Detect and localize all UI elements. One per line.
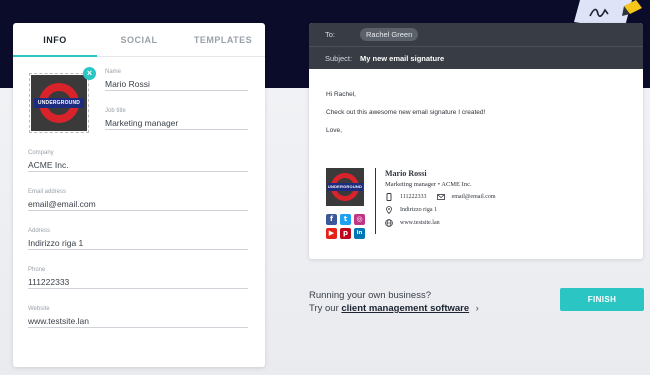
signature-editor-panel: INFO SOCIAL TEMPLATES UNDERGROUND × Name… [13, 23, 265, 367]
subject-row: Subject: My new email signature [309, 46, 643, 69]
email-message: Check out this awesome new email signatu… [326, 109, 486, 116]
email-preview: To: Rachel Green Subject: My new email s… [309, 23, 643, 259]
profile-photo: UNDERGROUND [31, 75, 87, 131]
email-field: Email address [28, 189, 248, 211]
email-closing: Love, [326, 127, 342, 134]
promo-line-1: Running your own business? [309, 290, 431, 301]
twitter-icon[interactable]: t [340, 214, 351, 225]
address-field: Address [28, 228, 248, 250]
name-label: Name [105, 69, 122, 75]
signature-photo: UNDERGROUND [326, 168, 364, 206]
job-title-label: Job title [105, 108, 126, 114]
remove-photo-icon[interactable]: × [83, 67, 96, 80]
name-input[interactable] [105, 77, 248, 91]
job-title-field: Job title [105, 108, 248, 130]
linkedin-icon[interactable]: in [354, 228, 365, 239]
to-label: To: [325, 30, 336, 39]
instagram-icon[interactable]: ◎ [354, 214, 365, 225]
tab-social[interactable]: SOCIAL [97, 23, 181, 56]
globe-icon [385, 219, 393, 227]
chevron-right-icon: › [475, 303, 479, 313]
facebook-icon[interactable]: f [326, 214, 337, 225]
phone-icon [385, 193, 393, 201]
editor-tabs: INFO SOCIAL TEMPLATES [13, 23, 265, 57]
location-pin-icon [385, 206, 393, 214]
signature-website-line: www.testsite.lan [385, 219, 545, 227]
email-greeting: Hi Rachel, [326, 91, 356, 98]
company-input[interactable] [28, 158, 248, 172]
signature-contact-line: 111222333 email@email.com [385, 193, 545, 201]
email-label: Email address [28, 189, 67, 195]
company-field: Company [28, 150, 248, 172]
phone-field: Phone [28, 267, 248, 289]
promo-prefix: Try our [309, 303, 339, 314]
website-input[interactable] [28, 314, 248, 328]
signature-address: Indirizzo riga 1 [400, 207, 437, 213]
signature-roundel-caption: UNDERGROUND [327, 183, 363, 191]
recipient-chip: Rachel Green [360, 28, 419, 41]
phone-input[interactable] [28, 275, 248, 289]
mail-icon [436, 193, 445, 201]
phone-label: Phone [28, 267, 46, 273]
subject-value: My new email signature [360, 53, 445, 63]
signature-website: www.testsite.lan [400, 220, 440, 226]
email-input[interactable] [28, 197, 248, 211]
signature-email: email@email.com [451, 194, 496, 200]
subject-label: Subject: [325, 53, 353, 63]
signature-role: Marketing manager • ACME Inc. [385, 181, 472, 188]
signature-divider [375, 168, 376, 234]
tab-templates[interactable]: TEMPLATES [181, 23, 265, 56]
website-field: Website [28, 306, 248, 328]
signature-details: Mario Rossi Marketing manager • ACME Inc… [385, 168, 545, 227]
tab-info[interactable]: INFO [13, 23, 97, 57]
to-row: To: Rachel Green [309, 23, 643, 46]
signature-name: Mario Rossi [385, 169, 427, 178]
address-input[interactable] [28, 236, 248, 250]
address-label: Address [28, 228, 51, 234]
roundel-caption: UNDERGROUND [34, 98, 84, 108]
name-field: Name [105, 69, 248, 91]
youtube-icon[interactable]: ▶ [326, 228, 337, 239]
promo-line-2: Try our client management software › [309, 302, 479, 315]
client-management-link[interactable]: client management software [341, 303, 469, 314]
pinterest-icon[interactable]: p [340, 228, 351, 239]
social-icons: f t ◎ ▶ p in [326, 214, 366, 239]
email-body: Hi Rachel, Check out this awesome new em… [309, 69, 643, 134]
job-title-input[interactable] [105, 116, 248, 130]
signature-phone: 111222333 [400, 194, 427, 200]
promo-text: Running your own business? Try our clien… [309, 289, 479, 315]
email-header: To: Rachel Green Subject: My new email s… [309, 23, 643, 69]
finish-button[interactable]: FINISH [560, 288, 644, 311]
profile-photo-upload[interactable]: UNDERGROUND [29, 73, 89, 133]
signature-address-line: Indirizzo riga 1 [385, 206, 545, 214]
website-label: Website [28, 306, 50, 312]
company-label: Company [28, 150, 54, 156]
